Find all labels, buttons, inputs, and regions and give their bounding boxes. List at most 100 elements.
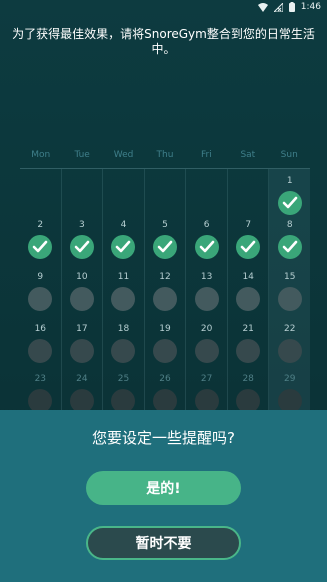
day-number: 1	[286, 176, 293, 186]
calendar-day: 9	[20, 271, 61, 311]
calendar-day: 12	[145, 271, 186, 311]
day-number: 13	[200, 272, 213, 282]
day-number: 11	[117, 272, 130, 282]
empty-day-circle	[111, 287, 136, 311]
calendar-day: 11	[103, 271, 144, 311]
reminder-dialog: 您要设定一些提醒吗? 是的! 暂时不要	[0, 410, 327, 582]
day-number: 22	[284, 324, 296, 334]
day-number: 29	[284, 374, 296, 384]
checkmark-icon	[277, 235, 302, 259]
calendar-column: 3 10 17 24	[62, 169, 104, 413]
empty-day-circle	[69, 287, 94, 311]
day-number: 19	[159, 324, 171, 334]
day-number: 24	[76, 374, 88, 384]
empty-day-circle	[111, 339, 136, 363]
calendar-day: 15	[269, 271, 310, 311]
empty-day-circle	[69, 339, 94, 363]
weekday-header: Mon Tue Wed Thu Fri Sat Sun	[20, 150, 310, 169]
calendar-day: 24	[62, 373, 103, 413]
weekday-label: Mon	[31, 150, 51, 160]
checkmark-icon	[236, 235, 261, 259]
weekday-label: Thu	[156, 150, 174, 160]
day-number: 7	[245, 220, 252, 230]
day-number: 9	[37, 272, 44, 282]
empty-day-circle	[236, 287, 261, 311]
checkmark-icon	[111, 235, 136, 259]
weekday-label: Wed	[113, 150, 134, 160]
calendar-column: 4 11 18 25	[103, 169, 145, 413]
battery-icon	[288, 2, 295, 12]
calendar-day: 19	[145, 323, 186, 363]
day-number: 12	[159, 272, 171, 282]
dialog-title: 您要设定一些提醒吗?	[92, 429, 235, 447]
day-number: 6	[203, 220, 210, 230]
day-number: 10	[76, 272, 88, 282]
checkmark-icon	[194, 235, 219, 259]
calendar-day: 10	[62, 271, 103, 311]
day-number: 28	[242, 374, 254, 384]
status-bar: 1:46	[0, 0, 327, 14]
weekday-label: Tue	[74, 150, 90, 160]
day-number: 4	[120, 220, 127, 230]
empty-day-circle	[277, 287, 302, 311]
calendar-day: 4	[103, 219, 144, 259]
day-number: 27	[200, 374, 213, 384]
day-number: 2	[37, 220, 44, 230]
calendar-day: 18	[103, 323, 144, 363]
empty-day-circle	[277, 339, 302, 363]
day-number: 3	[79, 220, 85, 230]
calendar-column: 6 13 20 27	[186, 169, 228, 413]
empty-day-circle	[236, 339, 261, 363]
calendar-day: 28	[228, 373, 269, 413]
calendar-day: 14	[228, 271, 269, 311]
day-number: 18	[117, 324, 130, 334]
calendar-day: 5	[145, 219, 186, 259]
calendar-column: 5 12 19 26	[145, 169, 187, 413]
empty-day-circle	[28, 339, 53, 363]
calendar-day: 7	[228, 219, 269, 259]
weekday-label: Sat	[240, 150, 256, 160]
empty-day-circle	[28, 287, 53, 311]
calendar-day: 6	[186, 219, 227, 259]
day-number: 14	[242, 272, 254, 282]
empty-day-circle	[153, 339, 178, 363]
calendar-day: 2	[20, 219, 61, 259]
empty-day-circle	[153, 287, 178, 311]
checkmark-icon	[28, 235, 53, 259]
day-number: 21	[242, 324, 254, 334]
no-signal-icon	[273, 2, 283, 12]
calendar-day: 20	[186, 323, 227, 363]
day-number: 25	[117, 374, 130, 384]
calendar-column: 2 9 16 23	[20, 169, 62, 413]
calendar-day: 27	[186, 373, 227, 413]
weekday-label: Sun	[280, 150, 298, 160]
day-number: 16	[34, 324, 47, 334]
calendar-day: 16	[20, 323, 61, 363]
day-number: 17	[76, 324, 88, 334]
calendar-day: 3	[62, 219, 103, 259]
day-number: 15	[284, 272, 296, 282]
day-number: 20	[200, 324, 213, 334]
day-number: 5	[162, 220, 168, 230]
day-number: 23	[34, 374, 47, 384]
not-now-button[interactable]: 暂时不要	[86, 526, 241, 560]
empty-day-circle	[194, 339, 219, 363]
calendar-day: 29	[269, 373, 310, 413]
checkmark-icon	[153, 235, 178, 259]
calendar-column: 7 14 21 28	[228, 169, 270, 413]
page-headline: 为了获得最佳效果，请将SnoreGym整合到您的日常生活中。	[12, 27, 315, 56]
calendar-day: 22	[269, 323, 310, 363]
calendar-day: 1	[269, 175, 310, 215]
calendar-day: 17	[62, 323, 103, 363]
clock-time: 1:46	[300, 2, 321, 12]
weekday-label: Fri	[201, 150, 212, 160]
checkmark-icon	[69, 235, 94, 259]
day-number: 8	[286, 220, 293, 230]
calendar-day: 26	[145, 373, 186, 413]
day-number: 26	[159, 374, 171, 384]
calendar-grid: 2 9 16 23 3 10 17 24 4 11 18 25 5 12 19 26 6 13 20 27 7 14 21 2…	[20, 169, 311, 413]
calendar-day: 13	[186, 271, 227, 311]
calendar-day: 25	[103, 373, 144, 413]
checkmark-icon	[277, 191, 302, 215]
yes-button[interactable]: 是的!	[86, 471, 241, 505]
